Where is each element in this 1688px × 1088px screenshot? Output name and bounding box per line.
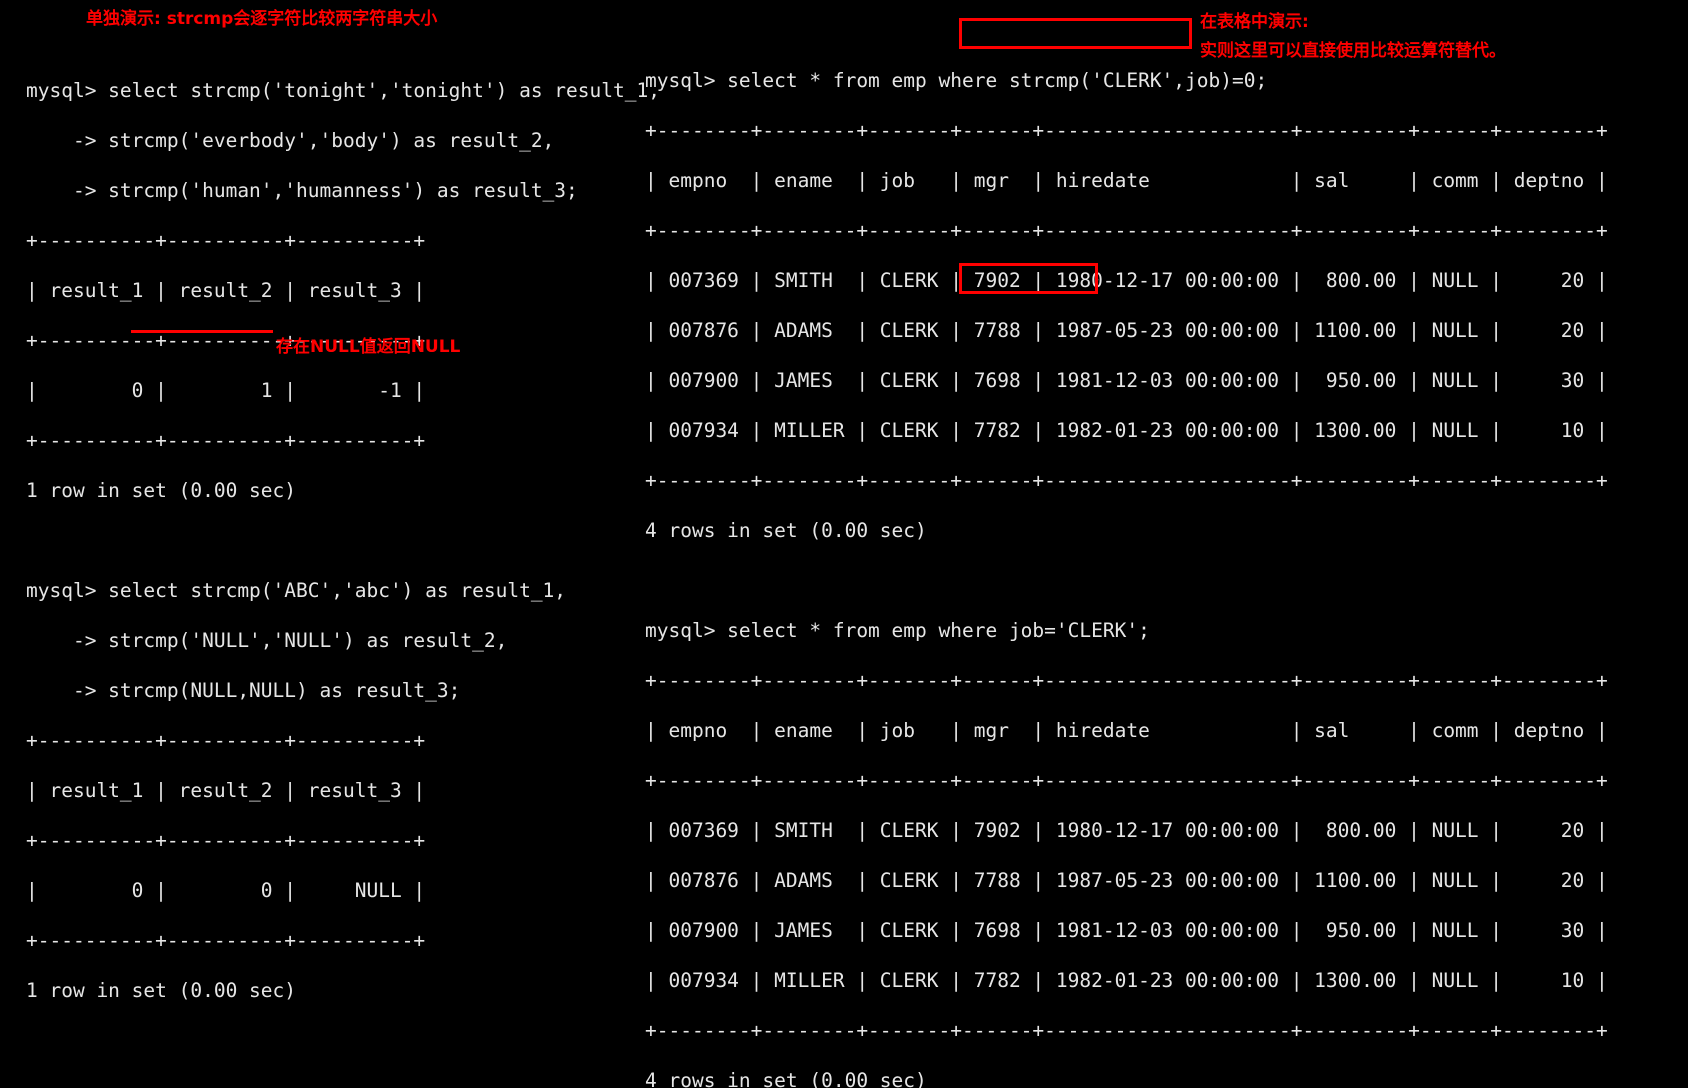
right-block1-table-top-border: +--------+--------+-------+------+------…: [645, 119, 1608, 142]
left-block2-query: mysql> select strcmp('ABC','abc') as res…: [26, 579, 567, 602]
left-terminal-column: mysql> select strcmp('tonight','tonight'…: [26, 28, 660, 1053]
left-block2-status: 1 row in set (0.00 sec): [26, 979, 297, 1002]
left-block2-table-header: | result_1 | result_2 | result_3 |: [26, 779, 426, 802]
left-block1-query: mysql> select strcmp('tonight','tonight'…: [26, 79, 660, 102]
right-block2-table-header: | empno | ename | job | mgr | hiredate |…: [645, 719, 1608, 742]
right-block1-table-row: | 007900 | JAMES | CLERK | 7698 | 1981-1…: [645, 369, 1608, 392]
left-block2-table-top-border: +----------+----------+----------+: [26, 729, 426, 752]
right-block1-table-row: | 007369 | SMITH | CLERK | 7902 | 1980-1…: [645, 269, 1608, 292]
right-block2-status: 4 rows in set (0.00 sec): [645, 1069, 927, 1088]
right-block2-table-row: | 007934 | MILLER | CLERK | 7782 | 1982-…: [645, 969, 1608, 992]
right-block2-table-header-sep: +--------+--------+-------+------+------…: [645, 769, 1608, 792]
left-block1-table-header: | result_1 | result_2 | result_3 |: [26, 279, 426, 302]
right-block1-table-bottom-border: +--------+--------+-------+------+------…: [645, 469, 1608, 492]
left-block2-query-cont1: -> strcmp('NULL','NULL') as result_2,: [26, 629, 508, 652]
left-block2-table-row: | 0 | 0 | NULL |: [26, 879, 426, 902]
right-block1-query: mysql> select * from emp where strcmp('C…: [645, 69, 1268, 92]
left-block1-status: 1 row in set (0.00 sec): [26, 479, 297, 502]
left-block2-table-bottom-border: +----------+----------+----------+: [26, 929, 426, 952]
left-blank-line: [26, 528, 660, 553]
right-block2-table-bottom-border: +--------+--------+-------+------+------…: [645, 1019, 1608, 1042]
annotation-top-left: 单独演示: strcmp会逐字符比较两字符串大小: [86, 9, 438, 29]
right-block2-table-row: | 007369 | SMITH | CLERK | 7902 | 1980-1…: [645, 819, 1608, 842]
left-block1-query-cont1: -> strcmp('everbody','body') as result_2…: [26, 129, 555, 152]
right-block1-status: 4 rows in set (0.00 sec): [645, 519, 927, 542]
highlight-box-equals-condition: [959, 263, 1098, 294]
left-block1-table-top-border: +----------+----------+----------+: [26, 229, 426, 252]
right-block1-table-row: | 007876 | ADAMS | CLERK | 7788 | 1987-0…: [645, 319, 1608, 342]
right-terminal-column: mysql> select * from emp where strcmp('C…: [645, 18, 1608, 1088]
left-block1-table-bottom-border: +----------+----------+----------+: [26, 429, 426, 452]
right-block2-table-row: | 007900 | JAMES | CLERK | 7698 | 1981-1…: [645, 919, 1608, 942]
left-block2-table-header-sep: +----------+----------+----------+: [26, 829, 426, 852]
left-block1-query-cont2: -> strcmp('human','humanness') as result…: [26, 179, 578, 202]
left-block1-table-row: | 0 | 1 | -1 |: [26, 379, 426, 402]
right-block1-table-header: | empno | ename | job | mgr | hiredate |…: [645, 169, 1608, 192]
right-block2-table-row: | 007876 | ADAMS | CLERK | 7788 | 1987-0…: [645, 869, 1608, 892]
left-block2-query-cont2: -> strcmp(NULL,NULL) as result_3;: [26, 679, 461, 702]
null-null-underline: [131, 330, 273, 333]
right-block2-query: mysql> select * from emp where job='CLER…: [645, 619, 1150, 642]
annotation-top-right-line2: 实则这里可以直接使用比较运算符替代。: [1200, 41, 1506, 61]
annotation-bottom-left: 存在NULL值返回NULL: [276, 337, 461, 357]
right-block1-table-header-sep: +--------+--------+-------+------+------…: [645, 219, 1608, 242]
right-block2-table-top-border: +--------+--------+-------+------+------…: [645, 669, 1608, 692]
terminal-window: mysql> select strcmp('tonight','tonight'…: [0, 0, 1688, 1088]
annotation-top-right-line1: 在表格中演示:: [1200, 12, 1309, 32]
highlight-box-strcmp-condition: [959, 18, 1192, 49]
right-block1-table-row: | 007934 | MILLER | CLERK | 7782 | 1982-…: [645, 419, 1608, 442]
right-blank-line: [645, 568, 1608, 593]
